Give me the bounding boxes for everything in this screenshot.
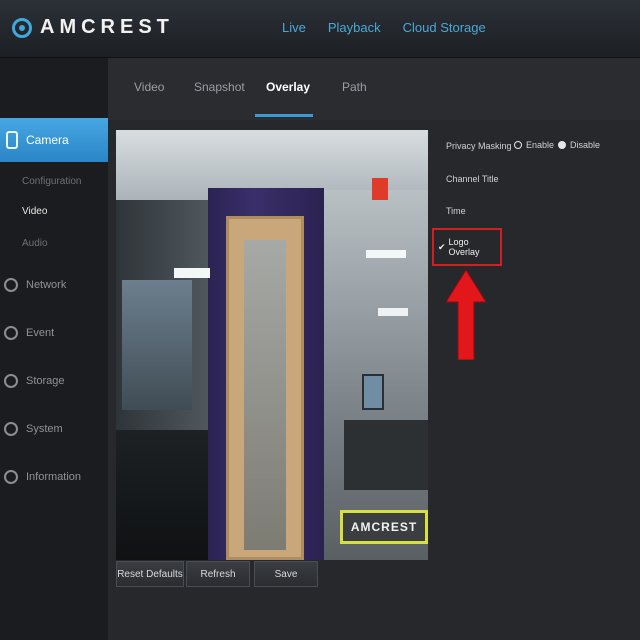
tab-path[interactable]: Path <box>342 80 367 94</box>
sidebar-item-event[interactable]: Event <box>0 318 108 348</box>
top-bar: AMCREST Live Playback Cloud Storage <box>0 0 640 58</box>
sidebar-sub-audio[interactable]: Audio <box>22 238 48 249</box>
app-window: AMCREST Live Playback Cloud Storage Came… <box>0 0 640 640</box>
check-icon: ✔ <box>438 241 446 252</box>
scene-door-glass <box>244 240 286 550</box>
logo-overlay-label: Logo Overlay <box>448 237 480 257</box>
sidebar-item-label: System <box>26 423 63 435</box>
save-button[interactable]: Save <box>254 561 318 587</box>
radio-dot-icon <box>558 141 566 149</box>
sidebar-item-label: Event <box>26 327 55 339</box>
nav-live[interactable]: Live <box>282 20 306 35</box>
channel-title-option[interactable]: Channel Title <box>446 174 499 184</box>
scene-exit-sign <box>372 178 388 200</box>
scene-desk <box>116 430 216 560</box>
video-preview: AMCREST <box>116 130 428 560</box>
scene-light <box>174 268 210 278</box>
scene-window <box>122 280 192 410</box>
privacy-masking-label: Privacy Masking <box>446 141 512 151</box>
logo-overlay-option[interactable]: ✔ Logo Overlay <box>432 228 502 266</box>
network-icon <box>4 278 18 292</box>
sidebar-item-information[interactable]: Information <box>0 462 108 492</box>
active-tab-indicator <box>255 114 313 117</box>
sidebar-sub-video[interactable]: Video <box>22 206 47 217</box>
video-logo-text: AMCREST <box>350 520 418 534</box>
time-option[interactable]: Time <box>446 206 466 216</box>
tab-overlay[interactable]: Overlay <box>266 80 310 94</box>
sidebar-item-camera[interactable]: Camera <box>0 118 112 162</box>
information-icon <box>4 470 18 484</box>
privacy-enable-radio[interactable]: Enable <box>514 140 554 150</box>
scene-screen <box>362 374 384 410</box>
sidebar-item-label: Network <box>26 279 67 291</box>
sidebar-item-system[interactable]: System <box>0 414 108 444</box>
radio-label: Disable <box>570 140 601 150</box>
camera-icon <box>6 131 18 149</box>
logo-mark-icon <box>12 17 32 38</box>
nav-cloud-storage[interactable]: Cloud Storage <box>403 20 486 35</box>
brand-name: AMCREST <box>40 16 174 38</box>
scene-chairs <box>344 420 428 490</box>
reset-defaults-button[interactable]: Reset Defaults <box>116 561 184 587</box>
sidebar-item-label: Storage <box>26 375 65 387</box>
radio-dot-icon <box>514 141 522 149</box>
red-arrow-icon <box>446 270 486 360</box>
sidebar-sub-configuration[interactable]: Configuration <box>22 176 81 187</box>
scene-light <box>366 250 406 258</box>
brand-logo: AMCREST <box>12 16 174 39</box>
tab-video[interactable]: Video <box>134 80 164 94</box>
top-nav: Live Playback Cloud Storage <box>282 20 486 35</box>
event-icon <box>4 326 18 340</box>
refresh-button[interactable]: Refresh <box>186 561 250 587</box>
tab-snapshot[interactable]: Snapshot <box>194 80 245 94</box>
sidebar-item-network[interactable]: Network <box>0 270 108 300</box>
storage-icon <box>4 374 18 388</box>
tab-bar: Video Snapshot Overlay Path <box>108 58 640 120</box>
scene-light <box>378 308 408 316</box>
video-logo-overlay[interactable]: AMCREST <box>340 510 428 544</box>
system-icon <box>4 422 18 436</box>
radio-label: Enable <box>526 140 555 150</box>
privacy-disable-radio[interactable]: Disable <box>558 140 600 150</box>
sidebar-item-label: Information <box>26 471 82 483</box>
nav-playback[interactable]: Playback <box>328 20 381 35</box>
sidebar-item-storage[interactable]: Storage <box>0 366 108 396</box>
sidebar: Camera Configuration Video Audio Network… <box>0 58 112 640</box>
sidebar-item-label: Camera <box>26 133 69 147</box>
